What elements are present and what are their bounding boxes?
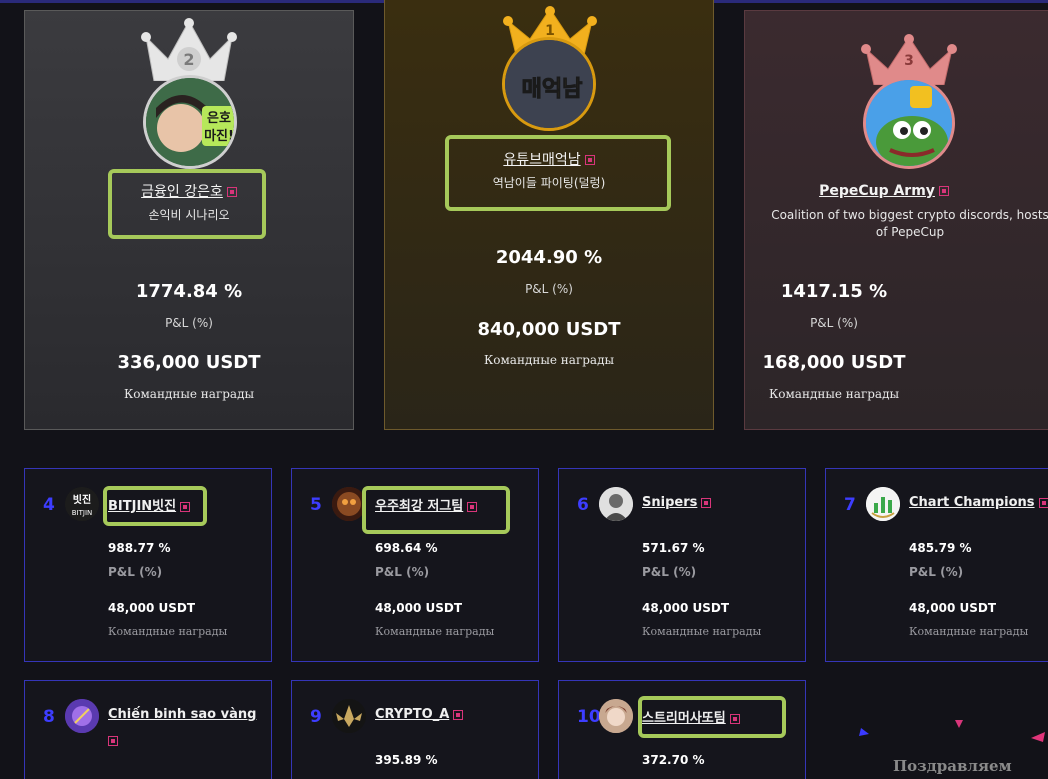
external-link-icon[interactable]	[938, 186, 949, 196]
pnl-value: 2044.90 %	[495, 247, 603, 268]
team-description: 손익비 시나리오	[148, 208, 230, 222]
congrats-text: Поздравляем	[893, 757, 1012, 775]
reward-label: Командные награды	[909, 625, 1029, 638]
reward-value: 48,000 USDT	[642, 601, 730, 615]
reward-label: Командные награды	[123, 387, 255, 401]
svg-text:BITJIN: BITJIN	[72, 509, 93, 517]
svg-text:마진!: 마진!	[204, 128, 234, 144]
silver-crown-icon: 2	[141, 18, 237, 81]
external-link-icon[interactable]	[1038, 497, 1048, 508]
team-card-rank-7[interactable]: 7 Chart Champions 485.79 % P&L (%) 48,00…	[825, 468, 1048, 662]
team-avatar	[599, 699, 633, 733]
highlight-box	[445, 135, 671, 211]
podium-card-rank-1[interactable]: 1 매억남 유튜브매억남 역남이들 파이팅(덜렁) 2044.90 % P&L …	[384, 0, 714, 430]
team-name[interactable]: Chiến binh sao vàng	[108, 707, 258, 746]
pnl-value: 698.64 %	[375, 541, 438, 555]
team-name[interactable]: Chart Champions	[909, 495, 1048, 510]
highlight-box	[103, 486, 207, 526]
team-avatar	[866, 487, 900, 521]
team-avatar: 매억남	[502, 37, 596, 131]
reward-label: Командные награды	[375, 625, 495, 638]
podium-card-rank-2[interactable]: 2 은호 마진! 금융인 강은호 손익비 시나리오 1774.84 % P&L …	[24, 10, 354, 430]
team-description: Coalition of two biggest crypto discords…	[771, 208, 1048, 239]
team-avatar: 은호 마진!	[143, 75, 237, 169]
reward-value: 336,000 USDT	[117, 352, 261, 373]
pnl-label: P&L (%)	[909, 565, 964, 579]
team-avatar	[332, 487, 366, 521]
podium-card-rank-3[interactable]: 3 PepeCup Army Coalition of two biggest …	[744, 10, 1048, 430]
pnl-value: 1417.15 %	[780, 281, 888, 302]
rank-number: 5	[310, 495, 322, 515]
team-name[interactable]: 금융인 강은호	[25, 181, 353, 201]
pnl-label: P&L (%)	[525, 282, 573, 296]
confetti-decoration	[859, 720, 1045, 742]
pnl-label: P&L (%)	[165, 316, 213, 330]
team-name[interactable]: Snipers	[642, 495, 712, 510]
team-card-rank-6[interactable]: 6 Snipers 571.67 % P&L (%) 48,000 USDT К…	[558, 468, 806, 662]
team-avatar	[863, 77, 955, 169]
svg-text:빗진: 빗진	[73, 493, 91, 506]
external-link-icon[interactable]	[108, 736, 118, 746]
team-avatar	[599, 487, 633, 521]
reward-value: 48,000 USDT	[108, 601, 196, 615]
reward-label: Командные награды	[108, 625, 228, 638]
external-link-icon[interactable]	[701, 497, 712, 508]
svg-text:2: 2	[183, 50, 194, 69]
external-link-icon[interactable]	[226, 187, 237, 197]
external-link-icon[interactable]	[453, 709, 464, 720]
reward-value: 48,000 USDT	[909, 601, 997, 615]
team-description: 역남이들 파이팅(덜렁)	[492, 176, 606, 190]
pnl-value: 571.67 %	[642, 541, 705, 555]
reward-label: Командные награды	[642, 625, 762, 638]
team-card-rank-8[interactable]: 8 Chiến binh sao vàng	[24, 680, 272, 779]
team-avatar	[332, 699, 366, 733]
pnl-label: P&L (%)	[375, 565, 430, 579]
highlight-box	[108, 169, 266, 239]
reward-value: 840,000 USDT	[477, 319, 621, 340]
svg-text:3: 3	[904, 53, 914, 69]
svg-text:매억남: 매억남	[522, 77, 583, 102]
team-name[interactable]: CRYPTO_A	[375, 707, 464, 722]
rank-number: 9	[310, 707, 322, 727]
rank-number: 6	[577, 495, 589, 515]
pnl-label: P&L (%)	[108, 565, 163, 579]
svg-text:은호: 은호	[207, 111, 231, 126]
pnl-value: 395.89 %	[375, 753, 438, 767]
highlight-box	[638, 696, 786, 738]
external-link-icon[interactable]	[584, 155, 595, 165]
rank-number: 8	[43, 707, 55, 727]
reward-value: 168,000 USDT	[762, 352, 906, 373]
team-name[interactable]: PepeCup Army	[720, 183, 1048, 199]
team-card-rank-9[interactable]: 9 CRYPTO_A 395.89 %	[291, 680, 539, 779]
pnl-value: 372.70 %	[642, 753, 705, 767]
team-name[interactable]: 유튜브매억남	[385, 149, 713, 169]
rank-number: 10	[577, 707, 601, 727]
pnl-label: P&L (%)	[810, 316, 858, 330]
pnl-value: 485.79 %	[909, 541, 972, 555]
pnl-label: P&L (%)	[642, 565, 697, 579]
highlight-box	[362, 486, 510, 534]
pnl-value: 988.77 %	[108, 541, 171, 555]
team-avatar	[65, 699, 99, 733]
team-avatar: 빗진 BITJIN	[65, 487, 99, 521]
rank-number: 7	[844, 495, 856, 515]
reward-label: Командные награды	[768, 387, 900, 401]
reward-value: 48,000 USDT	[375, 601, 463, 615]
pnl-value: 1774.84 %	[135, 281, 243, 302]
reward-label: Командные награды	[483, 353, 615, 367]
rank-number: 4	[43, 495, 55, 515]
